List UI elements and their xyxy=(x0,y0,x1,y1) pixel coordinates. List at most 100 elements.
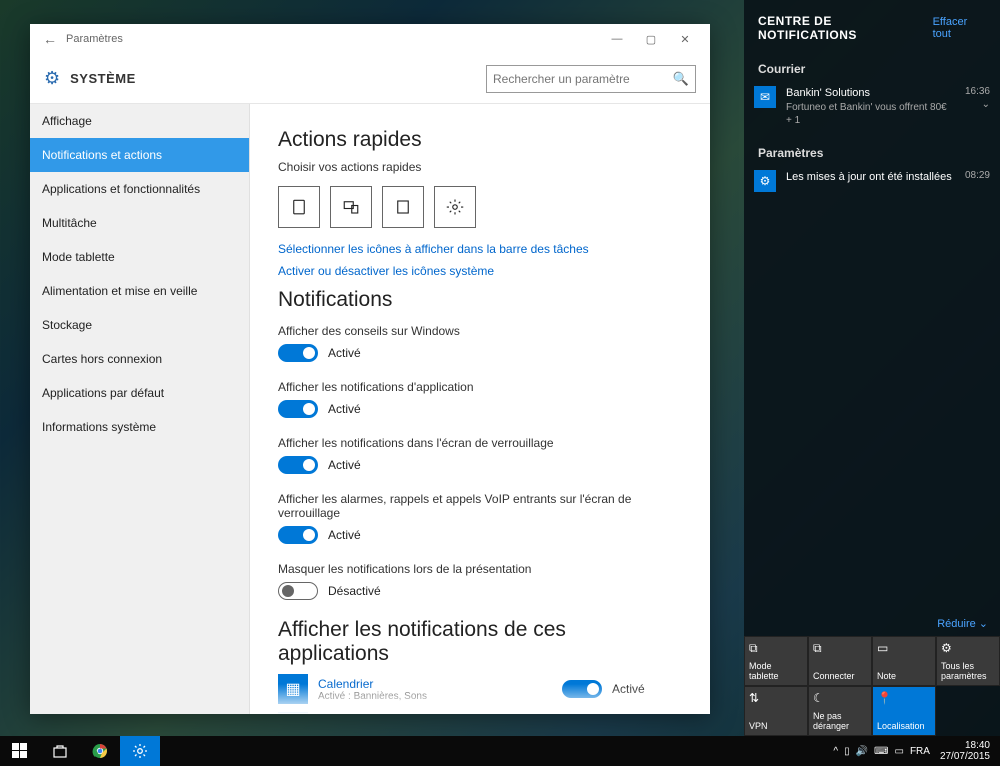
taskbar-right: ^ ▯ 🔊 ⌨ ▭ FRA 18:40 27/07/2015 xyxy=(833,740,1000,762)
link-taskbar-icons[interactable]: Sélectionner les icônes à afficher dans … xyxy=(278,242,682,256)
toggle-item-tips: Afficher des conseils sur Windows Activé xyxy=(278,324,682,362)
titlebar: ← Paramètres — ▢ ✕ xyxy=(30,24,710,54)
settings-icon: ⚙ xyxy=(754,170,776,192)
action-center-title: CENTRE DE NOTIFICATIONS xyxy=(758,14,933,42)
quick-action-connect[interactable] xyxy=(330,186,372,228)
action-center-header: CENTRE DE NOTIFICATIONS Effacer tout xyxy=(744,0,1000,52)
sidebar-item-tablette[interactable]: Mode tablette xyxy=(30,240,249,274)
tile-note[interactable]: ▭Note xyxy=(872,636,936,686)
notification-item[interactable]: ⚙ Les mises à jour ont été installées 08… xyxy=(744,166,1000,200)
clock[interactable]: 18:40 27/07/2015 xyxy=(936,740,994,762)
tile-location[interactable]: 📍Localisation xyxy=(872,686,936,736)
notif-group-title: Courrier xyxy=(744,52,1000,82)
quick-action-tablet[interactable] xyxy=(278,186,320,228)
keyboard-icon[interactable]: ⌨ xyxy=(874,746,888,757)
content-pane[interactable]: Actions rapides Choisir vos actions rapi… xyxy=(250,104,710,714)
input-icon[interactable]: ▭ xyxy=(894,746,903,757)
app-notif-row: ▦ Calendrier Activé : Bannières, Sons Ac… xyxy=(278,674,682,704)
notification-subtitle: Fortuneo et Bankin' vous offrent 80€ + 1 xyxy=(786,101,955,128)
sidebar-item-alimentation[interactable]: Alimentation et mise en veille xyxy=(30,274,249,308)
search-box[interactable]: 🔍 xyxy=(486,65,696,93)
notification-title: Les mises à jour ont été installées xyxy=(786,170,955,185)
settings-window: ← Paramètres — ▢ ✕ ⚙ SYSTÈME 🔍 Affichage… xyxy=(30,24,710,714)
toggle-item-presentation: Masquer les notifications lors de la pré… xyxy=(278,562,682,600)
settings-body: Affichage Notifications et actions Appli… xyxy=(30,104,710,714)
sidebar-item-infos[interactable]: Informations système xyxy=(30,410,249,444)
toggle-switch[interactable] xyxy=(562,680,602,698)
mail-icon: ✉ xyxy=(754,86,776,108)
toggle-state: Activé xyxy=(328,346,361,360)
toggle-label: Afficher les notifications d'application xyxy=(278,380,682,394)
toggle-state: Activé xyxy=(328,458,361,472)
quick-actions-title: Actions rapides xyxy=(278,128,682,152)
toggle-item-alarms: Afficher les alarmes, rappels et appels … xyxy=(278,492,682,544)
settings-taskbar-button[interactable] xyxy=(120,736,160,766)
store-button[interactable] xyxy=(40,736,80,766)
link-system-icons[interactable]: Activer ou désactiver les icônes système xyxy=(278,264,682,278)
tile-dnd[interactable]: ☾Ne pas déranger xyxy=(808,686,872,736)
sidebar-item-affichage[interactable]: Affichage xyxy=(30,104,249,138)
action-center: CENTRE DE NOTIFICATIONS Effacer tout Cou… xyxy=(744,0,1000,736)
toggle-switch[interactable] xyxy=(278,582,318,600)
tray-up-icon[interactable]: ^ xyxy=(833,746,838,757)
quick-actions-row xyxy=(278,186,682,228)
notification-time: 08:29 xyxy=(965,170,990,181)
tile-all-settings[interactable]: ⚙Tous les paramètres xyxy=(936,636,1000,686)
sidebar-item-stockage[interactable]: Stockage xyxy=(30,308,249,342)
toggle-item-appnotif: Afficher les notifications d'application… xyxy=(278,380,682,418)
back-button[interactable]: ← xyxy=(38,31,62,47)
feedback-icon: ✉ xyxy=(278,712,308,714)
toggle-state: Activé xyxy=(328,402,361,416)
chevron-down-icon[interactable]: ⌄ xyxy=(982,99,990,110)
maximize-button[interactable]: ▢ xyxy=(634,24,668,54)
header-row: ⚙ SYSTÈME 🔍 xyxy=(30,54,710,104)
volume-icon[interactable]: 🔊 xyxy=(856,746,868,757)
toggle-item-lockscreen: Afficher les notifications dans l'écran … xyxy=(278,436,682,474)
taskbar: ^ ▯ 🔊 ⌨ ▭ FRA 18:40 27/07/2015 xyxy=(0,736,1000,766)
toggle-label: Masquer les notifications lors de la pré… xyxy=(278,562,682,576)
close-button[interactable]: ✕ xyxy=(668,24,702,54)
search-icon: 🔍 xyxy=(673,71,689,87)
toggle-label: Afficher des conseils sur Windows xyxy=(278,324,682,338)
toggle-switch[interactable] xyxy=(278,344,318,362)
toggle-switch[interactable] xyxy=(278,400,318,418)
sidebar-item-cartes[interactable]: Cartes hors connexion xyxy=(30,342,249,376)
quick-tiles: ⧉Mode tablette ⧉Connecter ▭Note ⚙Tous le… xyxy=(744,636,1000,736)
language-indicator[interactable]: FRA xyxy=(910,746,930,757)
sidebar-item-multitache[interactable]: Multitâche xyxy=(30,206,249,240)
notif-group-title: Paramètres xyxy=(744,136,1000,166)
tile-tablet-mode[interactable]: ⧉Mode tablette xyxy=(744,636,808,686)
notifications-title: Notifications xyxy=(278,288,682,312)
sidebar-item-applications[interactable]: Applications et fonctionnalités xyxy=(30,172,249,206)
start-button[interactable] xyxy=(0,736,40,766)
toggle-label: Afficher les notifications dans l'écran … xyxy=(278,436,682,450)
toggle-state: Activé xyxy=(612,682,645,696)
clock-date: 27/07/2015 xyxy=(940,751,990,762)
app-notif-sub: Activé : Bannières, Sons xyxy=(318,691,552,702)
notification-time: 16:36 xyxy=(965,86,990,97)
toggle-switch[interactable] xyxy=(278,526,318,544)
reduce-button[interactable]: Réduire ⌄ xyxy=(744,611,1000,636)
app-notif-name[interactable]: Calendrier xyxy=(318,677,552,691)
app-notif-row: ✉ Commentaires sur Windows Activé xyxy=(278,712,682,714)
toggle-switch[interactable] xyxy=(278,456,318,474)
header-title: SYSTÈME xyxy=(70,71,136,86)
sidebar-item-apps-defaut[interactable]: Applications par défaut xyxy=(30,376,249,410)
window-title: Paramètres xyxy=(62,33,600,45)
tile-connect[interactable]: ⧉Connecter xyxy=(808,636,872,686)
tile-vpn[interactable]: ⇅VPN xyxy=(744,686,808,736)
chrome-button[interactable] xyxy=(80,736,120,766)
calendar-icon: ▦ xyxy=(278,674,308,704)
clock-time: 18:40 xyxy=(940,740,990,751)
window-controls: — ▢ ✕ xyxy=(600,24,702,54)
notification-item[interactable]: ✉ Bankin' Solutions Fortuneo et Bankin' … xyxy=(744,82,1000,136)
network-icon[interactable]: ▯ xyxy=(844,746,850,757)
sidebar-item-notifications[interactable]: Notifications et actions xyxy=(30,138,249,172)
app-notif-title: Afficher les notifications de ces applic… xyxy=(278,618,682,666)
search-input[interactable] xyxy=(493,72,673,86)
quick-action-note[interactable] xyxy=(382,186,424,228)
quick-action-settings[interactable] xyxy=(434,186,476,228)
clear-all-button[interactable]: Effacer tout xyxy=(933,16,988,40)
minimize-button[interactable]: — xyxy=(600,24,634,54)
sidebar: Affichage Notifications et actions Appli… xyxy=(30,104,250,714)
